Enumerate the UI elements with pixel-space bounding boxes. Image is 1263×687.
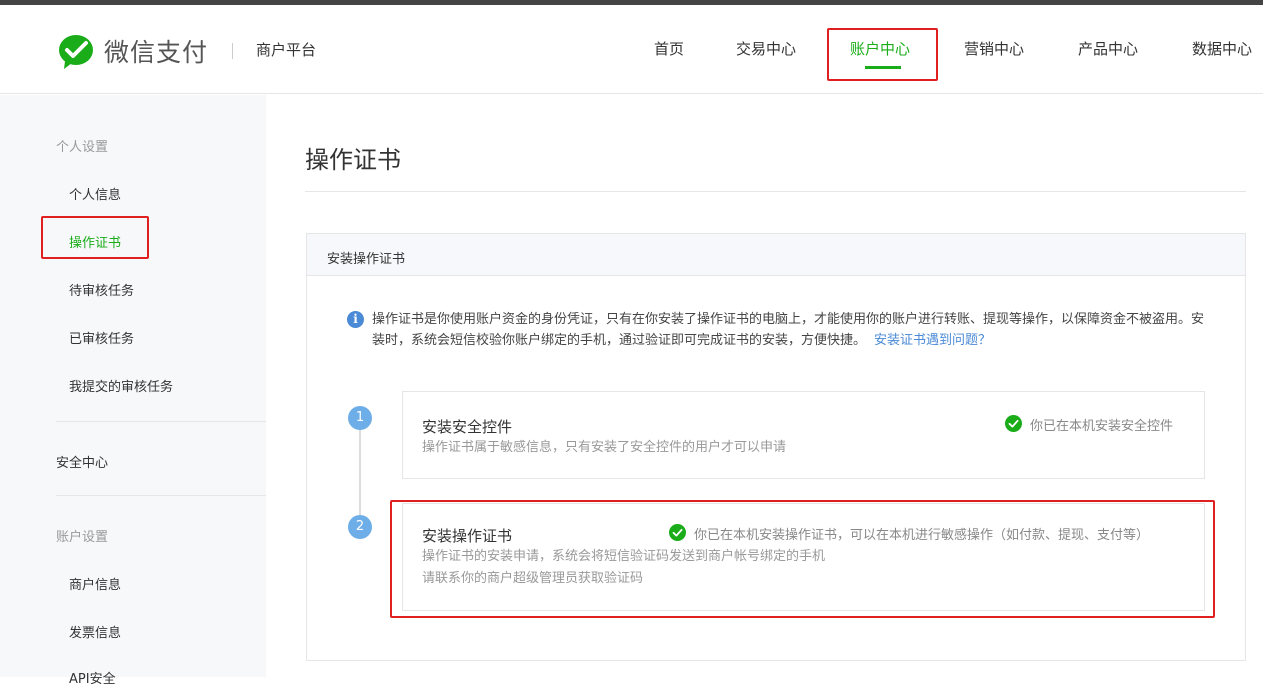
sidebar-item-api-security[interactable]: API安全	[69, 668, 116, 687]
nav-home[interactable]: 首页	[654, 38, 684, 59]
main-nav: 首页 交易中心 账户中心 营销中心 产品中心 数据中心	[0, 5, 1263, 94]
sidebar-item-pending-tasks[interactable]: 待审核任务	[69, 280, 134, 299]
highlight-box-step-2	[390, 500, 1215, 618]
sidebar-item-merchant-info[interactable]: 商户信息	[69, 574, 121, 593]
nav-trade[interactable]: 交易中心	[736, 38, 796, 59]
nav-products[interactable]: 产品中心	[1078, 38, 1138, 59]
highlight-box-nav	[827, 28, 938, 81]
panel-title: 安装操作证书	[327, 252, 406, 267]
highlight-box-sidebar	[41, 216, 149, 259]
sidebar-item-reviewed-tasks[interactable]: 已审核任务	[69, 328, 134, 347]
step-1-title: 安装安全控件	[422, 418, 513, 436]
step-1-number: 1	[348, 406, 372, 430]
sidebar-divider	[56, 421, 266, 422]
nav-data[interactable]: 数据中心	[1192, 38, 1252, 59]
title-divider	[305, 191, 1246, 192]
sidebar: 个人设置 个人信息 操作证书 待审核任务 已审核任务 我提交的审核任务 安全中心…	[0, 95, 266, 687]
sidebar-item-security-center[interactable]: 安全中心	[56, 452, 108, 471]
header: 微信支付 商户平台 首页 交易中心 账户中心 营销中心 产品中心 数据中心	[0, 5, 1263, 94]
sidebar-item-personal-info[interactable]: 个人信息	[69, 184, 121, 203]
sidebar-item-invoice-info[interactable]: 发票信息	[69, 622, 121, 641]
panel-header: 安装操作证书	[307, 234, 1245, 276]
info-notice: 操作证书是你使用账户资金的身份凭证，只有在你安装了操作证书的电脑上，才能使用你的…	[372, 309, 1207, 351]
nav-marketing[interactable]: 营销中心	[964, 38, 1024, 59]
step-1-box	[402, 391, 1205, 479]
check-icon	[1005, 415, 1022, 432]
step-timeline	[359, 428, 361, 526]
page-title: 操作证书	[305, 146, 401, 174]
step-1-description: 操作证书属于敏感信息，只有安装了安全控件的用户才可以申请	[422, 440, 787, 455]
info-text: 操作证书是你使用账户资金的身份凭证，只有在你安装了操作证书的电脑上，才能使用你的…	[372, 312, 1205, 348]
step-1-status: 你已在本机安装安全控件	[1030, 419, 1174, 434]
sidebar-group-personal: 个人设置	[56, 140, 109, 155]
help-link[interactable]: 安装证书遇到问题？	[874, 333, 991, 348]
sidebar-group-account: 账户设置	[56, 530, 109, 545]
sidebar-item-my-submitted-tasks[interactable]: 我提交的审核任务	[69, 376, 173, 395]
step-2-number: 2	[348, 515, 372, 539]
info-icon: i	[347, 311, 364, 328]
sidebar-divider	[56, 495, 266, 496]
